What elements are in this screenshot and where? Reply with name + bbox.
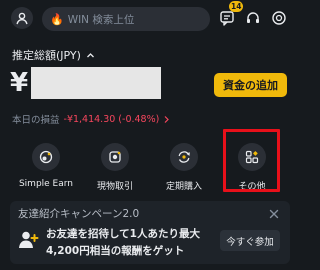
search-bar[interactable]: 🔥 WIN 検索上位 xyxy=(42,7,210,31)
earn-icon xyxy=(32,143,60,171)
coin-button[interactable] xyxy=(270,9,288,27)
recurring-buy-icon xyxy=(170,143,198,171)
highlight-box xyxy=(223,129,280,192)
chevron-right-icon xyxy=(164,115,170,123)
profile-icon xyxy=(16,12,28,25)
pnl-label: 本日の損益 xyxy=(12,115,60,126)
estimated-balance-label: 推定総額(JPY) xyxy=(12,49,81,62)
todays-pnl[interactable]: 本日の損益 -¥1,414.30 (-0.48%) xyxy=(12,112,170,126)
profile-button[interactable] xyxy=(11,7,33,29)
headset-icon xyxy=(247,12,259,23)
referral-text-line2: 4,200円相当の報酬をゲット xyxy=(46,245,185,257)
search-placeholder: WIN 検索上位 xyxy=(67,13,135,26)
action-label: 現物取引 xyxy=(96,182,133,192)
chevron-up-icon xyxy=(86,52,94,57)
pnl-value: -¥1,414.30 (-0.48%) xyxy=(63,113,160,125)
action-simple-earn[interactable]: Simple Earn xyxy=(16,140,76,189)
add-person-icon xyxy=(17,229,39,251)
notification-badge: 14 xyxy=(229,1,244,12)
referral-text-line1: お友達を招待して1人あたり最大 xyxy=(46,228,200,240)
fire-icon: 🔥 xyxy=(50,12,64,26)
action-label: 定期購入 xyxy=(165,182,202,192)
action-recurring-buy[interactable]: 定期購入 xyxy=(154,140,214,192)
balance-value-redacted xyxy=(31,67,161,99)
coin-icon xyxy=(272,11,286,25)
message-icon xyxy=(220,11,234,26)
close-banner-button[interactable] xyxy=(268,205,280,219)
close-icon xyxy=(269,209,279,219)
currency-symbol: ¥ xyxy=(10,68,29,98)
add-funds-button[interactable]: 資金の追加 xyxy=(214,73,287,97)
action-label: Simple Earn xyxy=(18,179,74,189)
spot-trade-icon xyxy=(101,143,129,171)
referral-title: 友達紹介キャンペーン2.0 xyxy=(18,208,140,220)
join-now-button[interactable]: 今すぐ参加 xyxy=(220,230,280,251)
estimated-balance-toggle[interactable]: 推定総額(JPY) xyxy=(12,47,95,63)
support-button[interactable] xyxy=(244,9,262,27)
action-spot-trade[interactable]: 現物取引 xyxy=(85,140,145,192)
